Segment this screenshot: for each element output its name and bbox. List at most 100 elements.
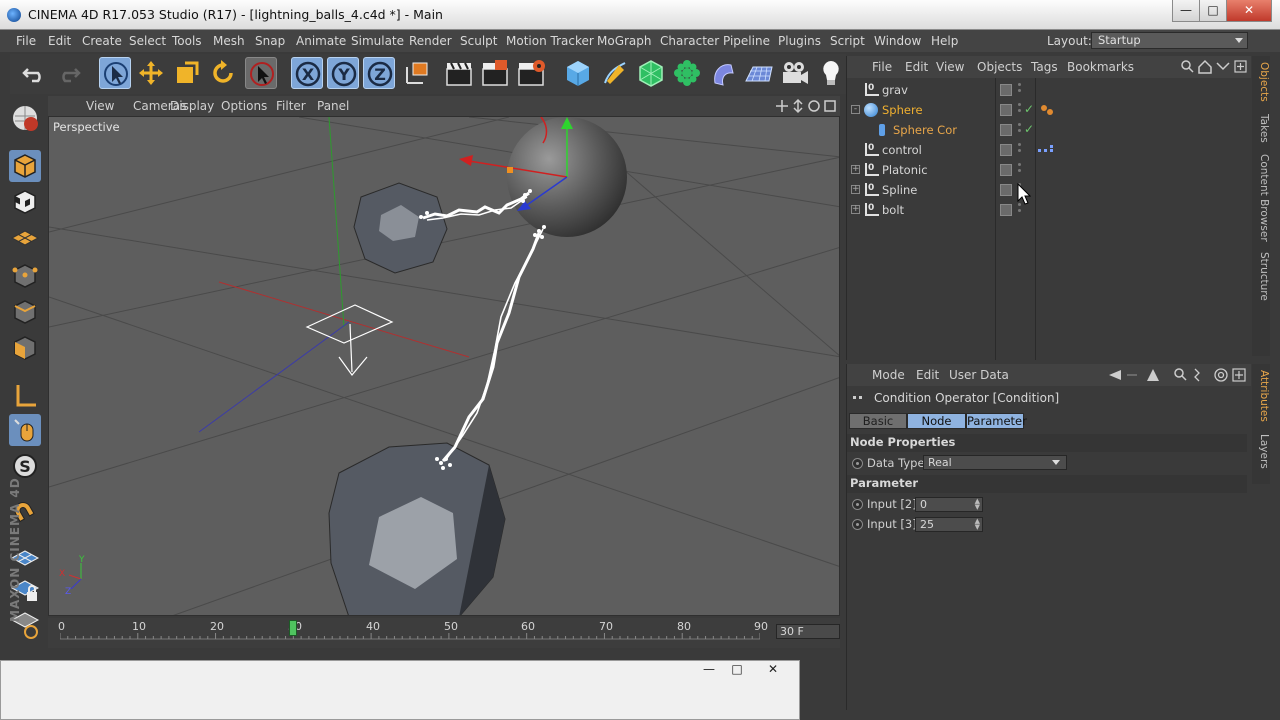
pen-tool-button[interactable] [599, 57, 631, 89]
tab-layers[interactable]: Layers [1254, 434, 1270, 469]
menu-mograph[interactable]: MoGraph [597, 34, 652, 48]
cube-object-button[interactable] [562, 57, 594, 89]
viewport-menu-display[interactable]: Display [170, 99, 214, 113]
data-type-animate-icon[interactable] [852, 458, 863, 469]
float-close-button[interactable]: ✕ [760, 660, 786, 678]
spin-arrows-icon[interactable]: ▲ ▼ [975, 518, 980, 531]
subdivision-surface-button[interactable] [635, 57, 667, 89]
menu-file[interactable]: File [16, 34, 36, 48]
menu-tools[interactable]: Tools [172, 34, 202, 48]
tab-node[interactable]: Node [907, 413, 966, 429]
input2-field[interactable]: 0 ▲ ▼ [915, 497, 983, 512]
edges-mode-button[interactable] [9, 296, 41, 328]
menu-create[interactable]: Create [82, 34, 122, 48]
tweak-mode-button[interactable] [9, 414, 41, 446]
data-type-dropdown[interactable]: Real [923, 455, 1067, 470]
menu-animate[interactable]: Animate [296, 34, 346, 48]
cloner-button[interactable] [671, 57, 703, 89]
menu-pipeline[interactable]: Pipeline [723, 34, 770, 48]
menu-motion-tracker[interactable]: Motion Tracker [506, 34, 594, 48]
render-settings-button[interactable] [515, 57, 547, 89]
expand-icon[interactable]: + [851, 185, 860, 194]
editor-render-dots-icon[interactable] [1018, 103, 1021, 117]
visibility-toggle[interactable] [1000, 144, 1012, 156]
maximize-button[interactable]: □ [1199, 0, 1227, 22]
menu-snap[interactable]: Snap [255, 34, 285, 48]
menu-edit[interactable]: Edit [48, 34, 71, 48]
polygons-mode-button[interactable] [9, 332, 41, 364]
render-to-picture-viewer-button[interactable] [479, 57, 511, 89]
om-menu-objects[interactable]: Objects [977, 60, 1022, 74]
floor-object-button[interactable] [743, 57, 775, 89]
float-maximize-button[interactable]: □ [724, 660, 750, 678]
bend-deformer-button[interactable] [707, 57, 739, 89]
input2-animate-icon[interactable] [852, 499, 863, 510]
object-row-bolt[interactable]: + 0 bolt [847, 200, 1251, 220]
expand-icon[interactable]: + [851, 205, 860, 214]
platonic-small[interactable] [353, 182, 448, 274]
user-data-tag-icon[interactable] [1038, 145, 1056, 155]
menu-sculpt[interactable]: Sculpt [460, 34, 497, 48]
am-menu-mode[interactable]: Mode [872, 368, 905, 382]
x-axis-lock-button[interactable]: X [291, 57, 323, 89]
camera-object-button[interactable] [779, 57, 811, 89]
viewport-navigation-icons[interactable] [774, 98, 838, 114]
axis-mode-button[interactable] [9, 380, 41, 412]
model-mode-button[interactable] [9, 150, 41, 182]
scale-tool-button[interactable] [171, 57, 203, 89]
tab-structure[interactable]: Structure [1254, 252, 1270, 301]
spin-arrows-icon[interactable]: ▲ ▼ [975, 498, 980, 511]
playhead-marker[interactable] [289, 620, 298, 636]
light-object-button[interactable] [815, 57, 847, 89]
am-menu-user-data[interactable]: User Data [949, 368, 1009, 382]
texture-mode-button[interactable] [9, 186, 41, 218]
tab-attributes[interactable]: Attributes [1254, 370, 1270, 422]
frame-field[interactable]: 30 F [776, 624, 840, 639]
expand-icon[interactable]: + [851, 165, 860, 174]
make-editable-button[interactable] [9, 102, 41, 134]
tab-basic[interactable]: Basic [849, 413, 907, 429]
visibility-toggle[interactable] [1000, 164, 1012, 176]
om-menu-edit[interactable]: Edit [905, 60, 928, 74]
om-menu-tags[interactable]: Tags [1031, 60, 1058, 74]
menu-plugins[interactable]: Plugins [778, 34, 821, 48]
move-tool-button[interactable] [135, 57, 167, 89]
om-menu-view[interactable]: View [936, 60, 964, 74]
menu-mesh[interactable]: Mesh [213, 34, 245, 48]
visibility-toggle[interactable] [1000, 184, 1012, 196]
editor-render-dots-icon[interactable] [1018, 123, 1021, 137]
am-toolbar-icons[interactable] [1107, 367, 1249, 383]
object-row-grav[interactable]: 0 grav [847, 80, 1251, 100]
object-row-sphere-cor[interactable]: Sphere Cor ✓ [847, 120, 1251, 140]
tab-objects[interactable]: Objects [1254, 62, 1270, 102]
floating-window[interactable] [0, 660, 800, 720]
y-axis-lock-button[interactable]: Y [327, 57, 359, 89]
viewport-menu-filter[interactable]: Filter [276, 99, 306, 113]
menu-help[interactable]: Help [931, 34, 958, 48]
viewport-menu-view[interactable]: View [86, 99, 114, 113]
perspective-viewport[interactable]: Perspective Y X Z [48, 116, 840, 616]
menu-simulate[interactable]: Simulate [351, 34, 404, 48]
editor-render-dots-icon[interactable] [1018, 203, 1021, 217]
coordinate-system-button[interactable] [401, 57, 433, 89]
tab-takes[interactable]: Takes [1254, 114, 1270, 143]
tab-parameter[interactable]: Parameter [966, 413, 1027, 429]
layout-dropdown[interactable]: Startup [1091, 32, 1248, 49]
object-row-platonic[interactable]: + 0 Platonic [847, 160, 1251, 180]
redo-button[interactable] [53, 57, 85, 89]
workplane-mode-button[interactable] [9, 222, 41, 254]
minimize-button[interactable]: — [1172, 0, 1200, 22]
input3-animate-icon[interactable] [852, 519, 863, 530]
menu-character[interactable]: Character [660, 34, 719, 48]
xpresso-tag-icon[interactable] [1040, 104, 1054, 116]
close-button[interactable]: ✕ [1226, 0, 1272, 22]
enabled-check-icon[interactable]: ✓ [1024, 122, 1034, 136]
editor-render-dots-icon[interactable] [1018, 163, 1021, 177]
points-mode-button[interactable] [9, 260, 41, 292]
object-row-control[interactable]: 0 control [847, 140, 1251, 160]
timeline-ruler[interactable]: 0 10 20 30 40 50 60 70 80 90 [48, 618, 840, 648]
menu-render[interactable]: Render [409, 34, 452, 48]
om-toolbar-icons[interactable] [1179, 59, 1249, 75]
om-menu-file[interactable]: File [872, 60, 892, 74]
viewport-menu-options[interactable]: Options [221, 99, 267, 113]
